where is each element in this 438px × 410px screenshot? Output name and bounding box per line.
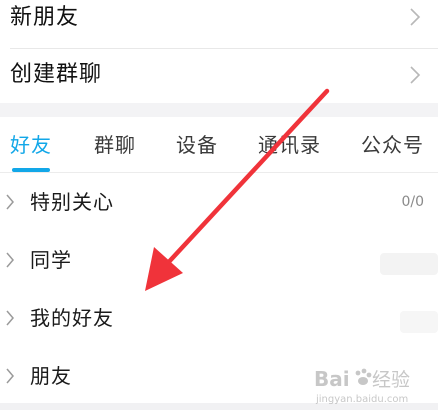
tab-group-chats[interactable]: 群聊	[94, 132, 136, 158]
chevron-right-icon	[6, 252, 14, 268]
group-label: 特别关心	[30, 190, 114, 214]
tab-devices[interactable]: 设备	[176, 132, 218, 158]
group-label: 我的好友	[30, 306, 114, 330]
chevron-right-icon	[410, 66, 421, 84]
svg-text:Bai: Bai	[314, 367, 350, 391]
tab-address-book[interactable]: 通讯录	[258, 132, 321, 158]
chevron-right-icon	[6, 368, 14, 384]
blurred-count	[400, 311, 438, 333]
chevron-right-icon	[6, 310, 14, 326]
contacts-page: 新朋友 创建群聊 好友 群聊 设备 通讯录 公众号 特别关心 0/0 同学 我的…	[0, 0, 438, 410]
tab-friends[interactable]: 好友	[10, 132, 52, 158]
new-friends-label: 新朋友	[10, 5, 80, 30]
friend-group-row[interactable]: 同学	[0, 231, 438, 289]
chevron-right-icon	[6, 194, 14, 210]
group-label: 同学	[30, 248, 72, 272]
new-friends-row[interactable]: 新朋友	[0, 0, 438, 48]
group-label: 朋友	[30, 364, 72, 388]
baidu-jingyan-watermark: Bai 经验 jingyan.baidu.com	[314, 367, 410, 405]
friend-group-row[interactable]: 特别关心 0/0	[0, 173, 438, 231]
create-group-chat-row[interactable]: 创建群聊	[0, 49, 438, 103]
tab-official-accounts[interactable]: 公众号	[361, 132, 424, 158]
chevron-right-icon	[410, 8, 421, 26]
svg-text:jingyan.baidu.com: jingyan.baidu.com	[315, 394, 408, 405]
blurred-count	[380, 253, 438, 275]
friend-group-row[interactable]: 我的好友	[0, 289, 438, 347]
svg-text:经验: 经验	[372, 369, 410, 391]
group-online-count: 0/0	[401, 194, 424, 210]
create-group-chat-label: 创建群聊	[10, 62, 103, 87]
contacts-tab-bar: 好友 群聊 设备 通讯录 公众号	[0, 117, 438, 173]
section-separator	[0, 103, 438, 117]
